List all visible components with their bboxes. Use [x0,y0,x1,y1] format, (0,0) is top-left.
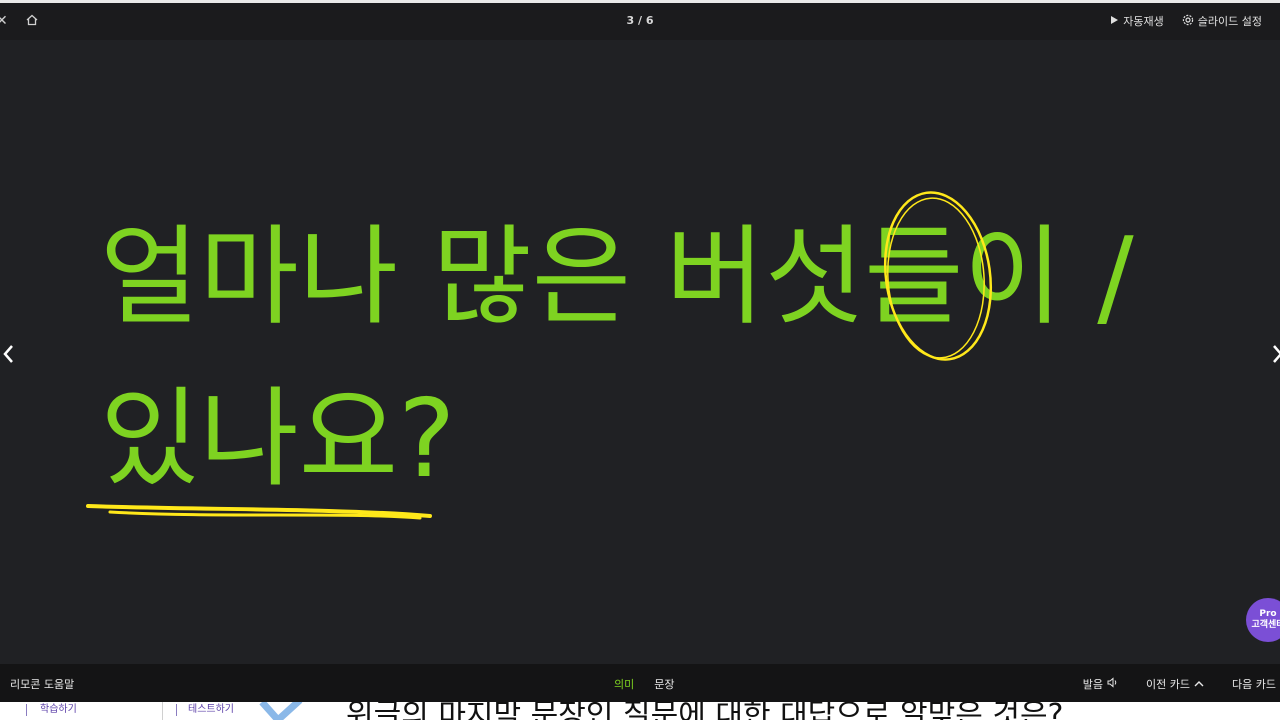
next-card-button[interactable]: 다음 카드 [1232,676,1276,692]
top-bar: ✕ 3 / 6 자동재생 슬라이드 설정 [0,0,1280,40]
slide-stage: 얼마나 많은 버섯들이 / 있나요? [0,40,1280,664]
background-link-test: 테스트하기 [188,704,234,715]
bottom-control-bar: 리모콘 도움말 의미 문장 발음 이전 카드 다음 카드 [0,664,1280,702]
autoplay-button[interactable]: 자동재생 [1110,13,1164,29]
background-page: 학습하기 테스트하기 위글의 마지막 문장인 질문에 대한 대답으로 알맞은 것… [0,702,1280,720]
chevron-up-icon [1194,678,1204,691]
pronounce-label: 발음 [1082,678,1104,691]
tab-sentence[interactable]: 문장 [654,676,674,692]
pro-badge-subtitle: 고객센터 [1251,620,1280,630]
slide-text-line-1: 얼마나 많은 버섯들이 / [100,215,1134,340]
gear-icon [1182,14,1194,29]
speaker-icon [1107,677,1118,691]
slide-settings-label: 슬라이드 설정 [1197,15,1262,28]
slide-settings-button[interactable]: 슬라이드 설정 [1182,13,1262,29]
divider [162,702,163,720]
pro-badge-title: Pro [1259,609,1277,620]
divider [26,704,27,716]
background-link-study: 학습하기 [40,704,77,715]
next-slide-arrow[interactable] [1260,342,1280,366]
divider [176,704,177,716]
prev-slide-arrow[interactable] [0,342,20,366]
background-question: 위글의 마지막 문장인 질문에 대한 대답으로 알맞은 것은? [346,702,1064,720]
prev-card-label: 이전 카드 [1146,678,1191,691]
annotation-layer [86,191,993,520]
autoplay-label: 자동재생 [1123,15,1164,28]
remote-help-button[interactable]: 리모콘 도움말 [10,676,74,692]
tab-meaning[interactable]: 의미 [614,676,634,692]
next-card-label: 다음 카드 [1232,678,1276,691]
slide-counter: 3 / 6 [626,14,654,27]
slide-text-line-2: 있나요? [100,377,456,502]
remote-help-label: 리모콘 도움말 [10,678,75,691]
prev-card-button[interactable]: 이전 카드 [1146,676,1204,692]
play-icon [1110,15,1119,28]
underline-annotation [86,504,432,518]
check-icon [258,702,304,720]
pronounce-button[interactable]: 발음 [1083,676,1118,692]
